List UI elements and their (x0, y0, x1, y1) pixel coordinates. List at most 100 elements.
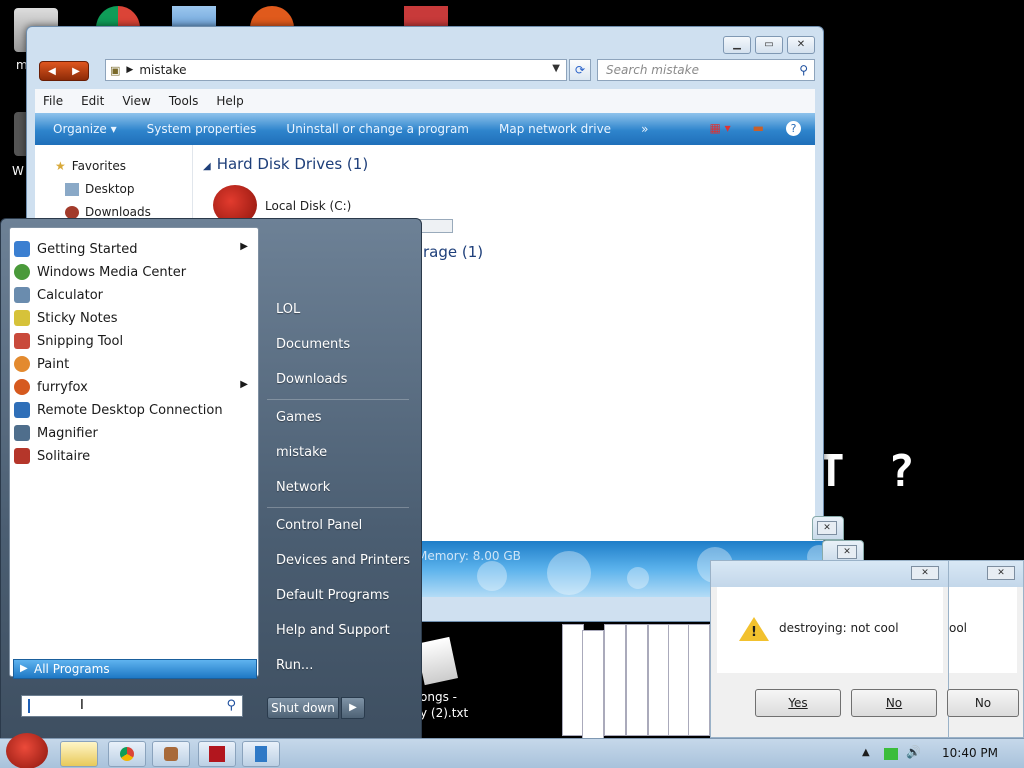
map-network-drive-button[interactable]: Map network drive (499, 122, 611, 136)
drive-label[interactable]: Local Disk (C:) (265, 199, 351, 213)
refresh-button[interactable]: ⟳ (569, 59, 591, 81)
magnifier-icon (14, 425, 30, 441)
start-item-control-panel[interactable]: Control Panel (276, 518, 362, 533)
stacked-window-5[interactable] (648, 624, 670, 736)
start-search-input[interactable]: I ⚲ (21, 695, 243, 717)
start-item-mistake[interactable]: mistake (276, 445, 327, 460)
more-commands-button[interactable]: » (641, 122, 648, 136)
start-item-downloads[interactable]: Downloads (276, 372, 347, 387)
start-item-network[interactable]: Network (276, 480, 330, 495)
volume-icon[interactable]: 🔊 (906, 745, 921, 759)
flash-icon (209, 746, 225, 762)
show-hidden-icons[interactable]: ▲ (862, 747, 870, 758)
search-input[interactable]: Search mistake ⚲ (597, 59, 815, 81)
command-bar: Organize ▾ System properties Uninstall o… (35, 113, 815, 145)
menu-help[interactable]: Help (216, 94, 243, 108)
program-windows-media-center[interactable]: Windows Media Center (14, 261, 254, 283)
taskbar-app-3[interactable] (152, 741, 190, 767)
start-orb-icon[interactable] (6, 733, 48, 768)
taskbar-explorer-button[interactable] (60, 741, 98, 767)
start-item-devices-printers[interactable]: Devices and Printers (276, 553, 410, 568)
stacked-window-tab-1[interactable]: ✕ (812, 516, 844, 540)
start-item-help-support[interactable]: Help and Support (276, 623, 390, 638)
start-item-lol[interactable]: LOL (276, 302, 300, 317)
hard-disks-header[interactable]: ◢ Hard Disk Drives (1) (203, 155, 368, 173)
search-icon[interactable]: ⚲ (799, 60, 808, 80)
nav-desktop-label: Desktop (85, 182, 135, 196)
taskbar-flash-button[interactable] (198, 741, 236, 767)
address-bar[interactable]: ▣ ▶ mistake ▼ (105, 59, 567, 81)
help-icon[interactable]: ? (786, 121, 801, 136)
stacked-window-3[interactable] (604, 624, 626, 736)
start-item-games[interactable]: Games (276, 410, 321, 425)
close-icon[interactable]: ✕ (837, 545, 857, 559)
yes-button[interactable]: Yes (755, 689, 841, 717)
chrome-icon (120, 747, 134, 761)
start-item-documents[interactable]: Documents (276, 337, 350, 352)
no-button[interactable]: No (851, 689, 937, 717)
warning-dialog-2: ✕ ool No (947, 560, 1024, 738)
stacked-window-2[interactable] (582, 630, 604, 742)
search-placeholder: Search mistake (606, 63, 699, 77)
start-item-default-programs[interactable]: Default Programs (276, 588, 389, 603)
menu-file[interactable]: File (43, 94, 63, 108)
program-label: Calculator (37, 287, 104, 303)
organize-button[interactable]: Organize ▾ (53, 122, 117, 136)
programs-list: Getting Started ▶ Windows Media Center C… (9, 227, 259, 677)
minimize-button[interactable]: ▁ (723, 36, 751, 54)
program-getting-started[interactable]: Getting Started ▶ (14, 238, 254, 260)
text-file-icon[interactable] (416, 636, 458, 686)
forward-arrow-icon[interactable]: ▶ (72, 66, 80, 77)
close-button[interactable]: ✕ (787, 36, 815, 54)
nav-downloads[interactable]: Downloads (65, 205, 151, 219)
network-icon[interactable] (884, 748, 898, 760)
stacked-window-4[interactable] (626, 624, 648, 736)
system-properties-button[interactable]: System properties (147, 122, 257, 136)
collapse-icon[interactable]: ◢ (203, 161, 211, 172)
warning-icon-mark: ! (751, 625, 757, 640)
preview-pane-icon[interactable]: ▬ (753, 121, 764, 136)
hard-disks-header-text: Hard Disk Drives (1) (216, 155, 369, 173)
program-label: Remote Desktop Connection (37, 402, 223, 418)
stacked-window-1[interactable] (562, 624, 584, 736)
nav-desktop[interactable]: Desktop (65, 182, 135, 196)
dialog-close-button[interactable]: ✕ (911, 566, 939, 580)
program-furryfox[interactable]: furryfox ▶ (14, 376, 254, 398)
maximize-button[interactable]: ▭ (755, 36, 783, 54)
user-picture[interactable] (281, 233, 341, 285)
taskbar-app-5[interactable] (242, 741, 280, 767)
program-paint[interactable]: Paint (14, 353, 254, 375)
program-remote-desktop[interactable]: Remote Desktop Connection (14, 399, 254, 421)
menu-edit[interactable]: Edit (81, 94, 104, 108)
shutdown-button[interactable]: Shut down (267, 697, 339, 719)
all-programs-label: All Programs (34, 662, 110, 676)
menu-tools[interactable]: Tools (169, 94, 199, 108)
stacked-window-6[interactable] (668, 624, 690, 736)
all-programs-button[interactable]: ▶ All Programs (13, 659, 257, 679)
uninstall-program-button[interactable]: Uninstall or change a program (286, 122, 469, 136)
taskbar-chrome-icon[interactable] (108, 741, 146, 767)
clock[interactable]: 10:40 PM (942, 746, 998, 760)
stacked-window-7[interactable] (688, 624, 710, 736)
address-dropdown-icon[interactable]: ▼ (552, 63, 560, 74)
shutdown-options-arrow-icon[interactable]: ▶ (341, 697, 365, 719)
back-forward-buttons[interactable]: ◀ ▶ (39, 61, 89, 81)
program-calculator[interactable]: Calculator (14, 284, 254, 306)
menu-view[interactable]: View (122, 94, 150, 108)
program-solitaire[interactable]: Solitaire (14, 445, 254, 467)
nav-favorites[interactable]: ★ Favorites (55, 159, 126, 173)
change-view-icon[interactable]: ▦ ▾ (709, 121, 730, 136)
downloads-folder-icon (65, 205, 79, 219)
back-arrow-icon[interactable]: ◀ (48, 66, 56, 77)
dialog-2-close-button[interactable]: ✕ (987, 566, 1015, 580)
breadcrumb-arrow-icon[interactable]: ▶ (126, 65, 133, 75)
close-icon[interactable]: ✕ (817, 521, 837, 535)
program-sticky-notes[interactable]: Sticky Notes (14, 307, 254, 329)
program-magnifier[interactable]: Magnifier (14, 422, 254, 444)
dialog-2-body: ool (949, 587, 1017, 673)
start-item-run[interactable]: Run... (276, 658, 313, 673)
storage-header[interactable]: rage (1) (423, 243, 483, 261)
no-button-2[interactable]: No (947, 689, 1019, 717)
program-snipping-tool[interactable]: Snipping Tool (14, 330, 254, 352)
search-icon[interactable]: ⚲ (226, 698, 236, 713)
